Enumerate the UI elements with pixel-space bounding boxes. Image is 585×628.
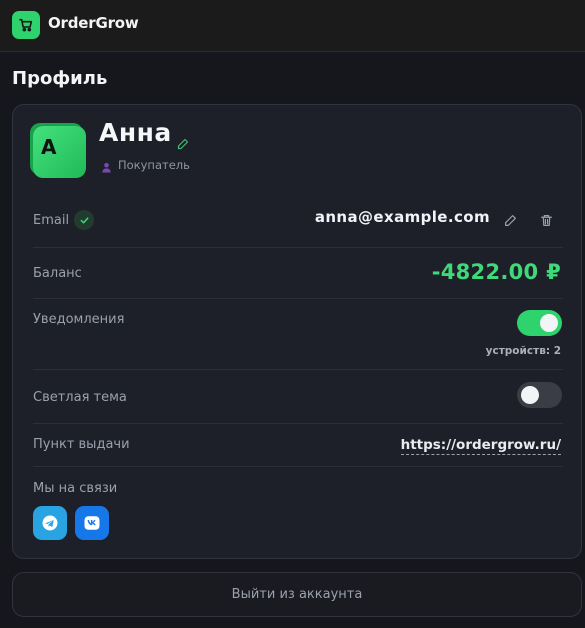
divider — [33, 247, 563, 248]
role-label: Покупатель — [118, 158, 190, 172]
light-theme-label: Светлая тема — [33, 390, 127, 405]
vk-icon[interactable] — [75, 506, 109, 540]
verified-check-icon — [74, 210, 94, 230]
delete-email-icon[interactable] — [537, 211, 555, 229]
avatar-letter: A — [41, 135, 57, 159]
edit-email-icon[interactable] — [501, 211, 519, 229]
divider — [33, 369, 563, 370]
email-label: Email — [33, 213, 70, 228]
app-name: OrderGrow — [48, 14, 139, 32]
balance-value: -4822.00 ₽ — [431, 260, 561, 284]
pickup-label: Пункт выдачи — [33, 437, 130, 452]
notifications-label: Уведомления — [33, 312, 125, 327]
toggle-knob — [540, 314, 558, 332]
divider — [33, 466, 563, 467]
user-icon — [101, 158, 112, 173]
pickup-link[interactable]: https://ordergrow.ru/ — [400, 437, 561, 455]
balance-label: Баланс — [33, 266, 82, 281]
profile-card: A Анна Покупатель Email anna@example.com… — [12, 104, 582, 559]
notifications-toggle[interactable] — [517, 310, 562, 336]
edit-name-icon[interactable] — [177, 135, 191, 150]
email-value: anna@example.com — [314, 208, 490, 226]
top-bar: OrderGrow — [0, 0, 585, 52]
contacts-label: Мы на связи — [33, 481, 118, 496]
divider — [33, 423, 563, 424]
shopping-cart-icon[interactable] — [12, 11, 40, 39]
avatar: A — [33, 126, 86, 178]
light-theme-toggle[interactable] — [517, 382, 562, 408]
divider — [33, 298, 563, 299]
devices-count: устройств: 2 — [485, 345, 561, 357]
toggle-knob — [521, 386, 539, 404]
telegram-icon[interactable] — [33, 506, 67, 540]
page-title: Профиль — [12, 68, 108, 89]
user-name: Анна — [99, 118, 172, 147]
logout-button[interactable]: Выйти из аккаунта — [12, 572, 582, 617]
